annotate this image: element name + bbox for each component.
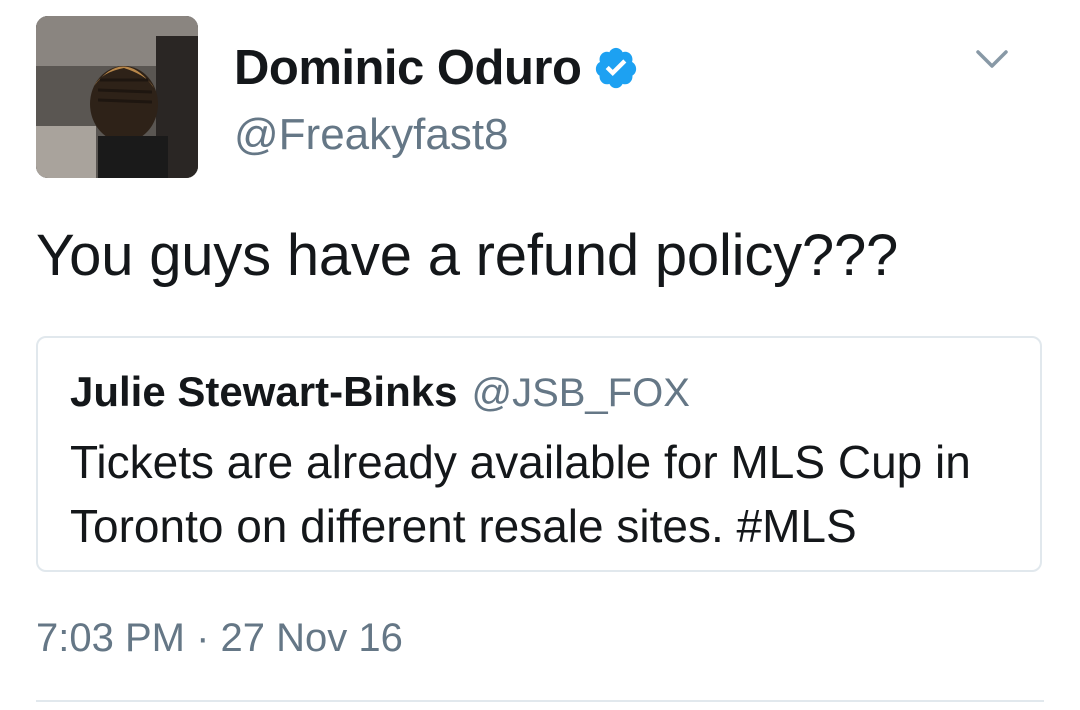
divider: [36, 700, 1044, 702]
quoted-tweet-text: Tickets are already available for MLS Cu…: [70, 436, 971, 552]
tweet-card: Dominic Oduro @Freakyfast8 You guys have…: [0, 0, 1080, 710]
author-display-name[interactable]: Dominic Oduro: [234, 40, 582, 96]
quoted-tweet-header: Julie Stewart-Binks @JSB_FOX: [70, 368, 690, 416]
tweet-timestamp[interactable]: 7:03 PM · 27 Nov 16: [36, 616, 403, 661]
avatar-image: [36, 16, 198, 178]
author-name-row[interactable]: Dominic Oduro: [234, 38, 639, 98]
quoted-handle: @JSB_FOX: [471, 371, 690, 415]
chevron-down-icon[interactable]: [974, 46, 1010, 72]
quoted-display-name: Julie Stewart-Binks: [70, 368, 458, 415]
verified-badge-icon: [596, 47, 637, 89]
quoted-tweet[interactable]: Julie Stewart-Binks @JSB_FOX Tickets are…: [36, 336, 1042, 572]
tweet-text: You guys have a refund policy???: [36, 223, 899, 288]
avatar[interactable]: [36, 16, 198, 178]
author-handle[interactable]: @Freakyfast8: [234, 110, 509, 160]
